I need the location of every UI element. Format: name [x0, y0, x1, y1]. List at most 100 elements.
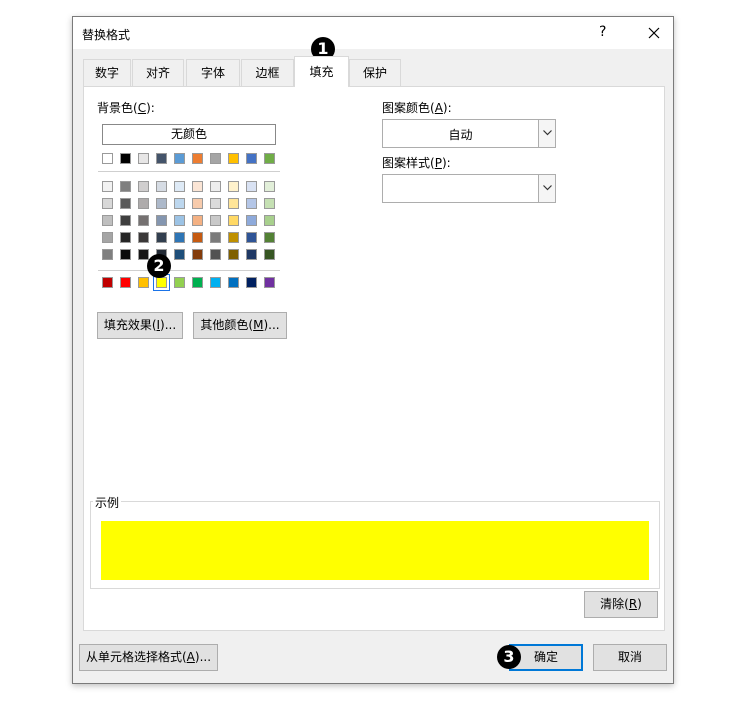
tint-color-swatch[interactable]	[264, 198, 275, 209]
tint-color-swatch[interactable]	[210, 215, 221, 226]
tint-color-swatch[interactable]	[138, 232, 149, 243]
tint-color-swatch[interactable]	[138, 198, 149, 209]
tint-color-swatch[interactable]	[156, 198, 167, 209]
sample-label: 示例	[93, 494, 122, 511]
dropdown-arrow[interactable]	[538, 175, 555, 202]
more-colors-button[interactable]: 其他颜色(M)...	[193, 312, 287, 339]
standard-color-swatch[interactable]	[246, 277, 257, 288]
theme-color-swatch[interactable]	[264, 153, 275, 164]
cancel-button[interactable]: 取消	[593, 644, 667, 671]
tint-color-swatch[interactable]	[192, 198, 203, 209]
standard-color-swatch[interactable]	[138, 277, 149, 288]
dropdown-arrow[interactable]	[538, 120, 555, 147]
dialog-title: 替换格式	[82, 28, 131, 42]
tint-color-swatch[interactable]	[102, 215, 113, 226]
tint-color-swatch[interactable]	[156, 181, 167, 192]
tint-color-swatch[interactable]	[264, 232, 275, 243]
pattern-color-label: 图案颜色(A):	[382, 101, 452, 115]
title-bar: 替换格式 ?	[73, 17, 673, 49]
help-button[interactable]: ?	[599, 24, 606, 40]
pattern-style-dropdown[interactable]	[382, 174, 556, 203]
tint-color-swatch[interactable]	[174, 232, 185, 243]
tint-color-swatch[interactable]	[120, 198, 131, 209]
theme-color-swatch[interactable]	[192, 153, 203, 164]
tint-color-swatch[interactable]	[210, 181, 221, 192]
tint-color-swatch[interactable]	[102, 232, 113, 243]
sample-group: 示例	[90, 494, 660, 589]
fill-panel: 背景色(C): 无颜色 填充效果(I)... 其他颜色(M)... 图案颜色(A…	[83, 86, 665, 631]
tab-protection[interactable]: 保护	[349, 59, 401, 86]
standard-color-swatch[interactable]	[264, 277, 275, 288]
tint-color-swatch[interactable]	[210, 249, 221, 260]
close-icon	[648, 27, 660, 39]
tint-color-swatch[interactable]	[228, 215, 239, 226]
tint-color-swatch[interactable]	[120, 232, 131, 243]
tab-border[interactable]: 边框	[241, 59, 294, 86]
tint-color-swatch[interactable]	[264, 181, 275, 192]
theme-color-swatch[interactable]	[156, 153, 167, 164]
tint-color-swatch[interactable]	[120, 249, 131, 260]
tint-color-swatch[interactable]	[120, 215, 131, 226]
tint-color-swatch[interactable]	[174, 181, 185, 192]
tab-alignment[interactable]: 对齐	[132, 59, 184, 86]
tint-color-swatch[interactable]	[228, 249, 239, 260]
tint-color-swatch[interactable]	[264, 215, 275, 226]
theme-color-swatch[interactable]	[174, 153, 185, 164]
tint-color-swatch[interactable]	[156, 232, 167, 243]
tint-color-swatch[interactable]	[246, 198, 257, 209]
theme-color-swatch[interactable]	[138, 153, 149, 164]
pattern-color-value: 自动	[448, 128, 473, 142]
no-color-button[interactable]: 无颜色	[102, 124, 276, 145]
choose-format-from-cell-button[interactable]: 从单元格选择格式(A)...	[79, 644, 218, 671]
tint-color-swatch[interactable]	[156, 215, 167, 226]
tint-color-swatch[interactable]	[228, 232, 239, 243]
chevron-down-icon	[542, 130, 552, 136]
tint-color-swatch[interactable]	[102, 249, 113, 260]
tint-color-swatch[interactable]	[174, 215, 185, 226]
tint-color-swatch[interactable]	[138, 249, 149, 260]
tint-color-swatch[interactable]	[120, 181, 131, 192]
tint-color-swatch[interactable]	[138, 215, 149, 226]
tint-color-swatch[interactable]	[192, 181, 203, 192]
theme-color-swatch[interactable]	[228, 153, 239, 164]
standard-color-swatch[interactable]	[174, 277, 185, 288]
tab-fill[interactable]: 填充	[294, 56, 349, 87]
step-3-marker: 3	[497, 645, 521, 669]
tint-color-swatch[interactable]	[174, 198, 185, 209]
pattern-color-dropdown[interactable]: 自动	[382, 119, 556, 148]
standard-color-swatch[interactable]	[120, 277, 131, 288]
palette-divider	[98, 171, 280, 172]
tint-color-swatch[interactable]	[228, 198, 239, 209]
tab-number[interactable]: 数字	[83, 59, 131, 86]
tint-color-swatch[interactable]	[246, 215, 257, 226]
close-button[interactable]	[641, 21, 667, 45]
tint-color-swatch[interactable]	[138, 181, 149, 192]
standard-color-swatch[interactable]	[210, 277, 221, 288]
tint-color-swatch[interactable]	[102, 181, 113, 192]
tab-font[interactable]: 字体	[186, 59, 240, 86]
fill-effects-button[interactable]: 填充效果(I)...	[97, 312, 183, 339]
tint-color-swatch[interactable]	[210, 198, 221, 209]
tint-color-swatch[interactable]	[246, 249, 257, 260]
tint-color-swatch[interactable]	[246, 181, 257, 192]
standard-color-swatch[interactable]	[228, 277, 239, 288]
tint-color-swatch[interactable]	[210, 232, 221, 243]
tint-color-swatch[interactable]	[192, 215, 203, 226]
theme-color-swatch[interactable]	[210, 153, 221, 164]
standard-color-swatch[interactable]	[153, 274, 170, 291]
tint-color-swatch[interactable]	[228, 181, 239, 192]
clear-button[interactable]: 清除(R)	[584, 591, 658, 618]
tint-color-swatch[interactable]	[264, 249, 275, 260]
tint-color-swatch[interactable]	[102, 198, 113, 209]
tint-color-swatch[interactable]	[246, 232, 257, 243]
pattern-style-label: 图案样式(P):	[382, 156, 451, 170]
theme-color-swatch[interactable]	[246, 153, 257, 164]
tint-color-swatch[interactable]	[192, 232, 203, 243]
tint-color-swatch[interactable]	[192, 249, 203, 260]
background-color-label: 背景色(C):	[97, 101, 155, 115]
standard-color-swatch[interactable]	[192, 277, 203, 288]
tint-color-swatch[interactable]	[174, 249, 185, 260]
theme-color-swatch[interactable]	[120, 153, 131, 164]
theme-color-swatch[interactable]	[102, 153, 113, 164]
standard-color-swatch[interactable]	[102, 277, 113, 288]
